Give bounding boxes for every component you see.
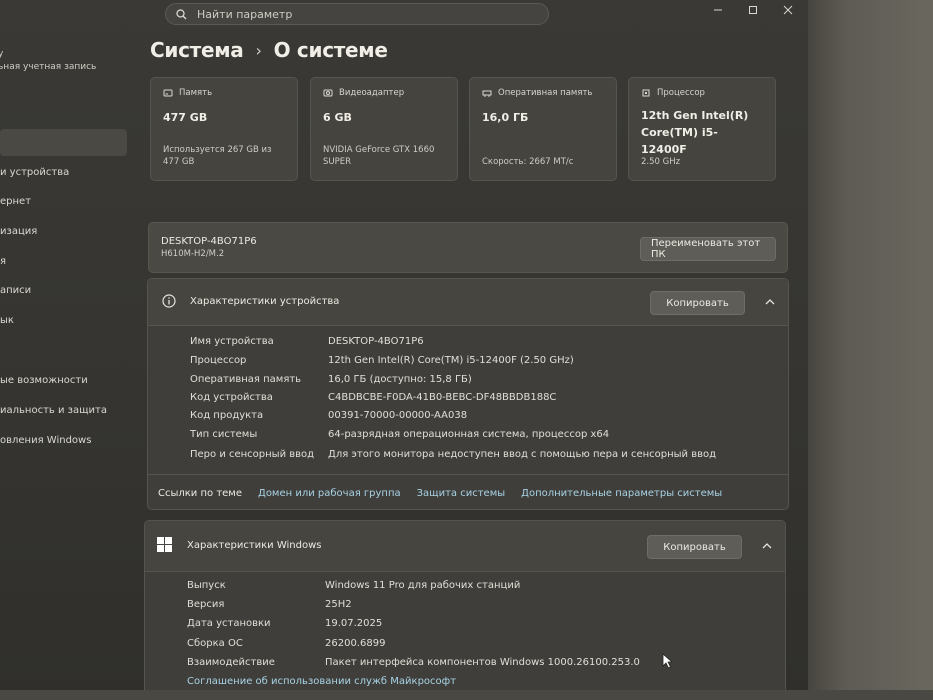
card-value: 16,0 ГБ — [482, 111, 529, 124]
device-name: DESKTOP-4BO71P6 — [161, 236, 257, 247]
card-sub: 2.50 GHz — [641, 157, 681, 167]
cpu-card[interactable]: Процессор 12th Gen Intel(R) Core(TM) i5-… — [628, 77, 776, 181]
sidebar-item-privacy[interactable]: иальность и защита — [0, 405, 107, 416]
close-icon — [783, 5, 793, 15]
card-label: Оперативная память — [498, 88, 593, 98]
spec-key: Имя устройства — [190, 336, 274, 347]
device-name-bar: DESKTOP-4BO71P6 H610M-H2/M.2 Переименова… — [148, 222, 788, 273]
sidebar-item-personalization[interactable]: изация — [0, 226, 37, 237]
spec-key: Выпуск — [187, 580, 226, 591]
spec-value[interactable]: 25H2 — [325, 599, 352, 610]
chevron-right-icon: › — [255, 40, 262, 60]
sidebar-item-system-selected[interactable] — [0, 129, 127, 156]
card-value: 12th Gen Intel(R) Core(TM) i5-12400F — [641, 109, 749, 156]
monitor-bezel — [808, 0, 933, 700]
related-links-label: Ссылки по теме — [158, 488, 242, 499]
section-title: Характеристики устройства — [190, 296, 340, 307]
ram-card[interactable]: Оперативная память 16,0 ГБ Скорость: 266… — [469, 77, 617, 181]
spec-value[interactable]: 16,0 ГБ (доступно: 15,8 ГБ) — [328, 374, 472, 385]
spec-value[interactable]: Пакет интерфейса компонентов Windows 100… — [325, 657, 640, 668]
spec-key: Код устройства — [190, 392, 273, 403]
mouse-cursor-icon — [662, 653, 674, 669]
windows-specs-header[interactable]: Характеристики Windows Копировать — [145, 521, 785, 572]
storage-icon — [163, 89, 173, 97]
ram-icon — [482, 90, 492, 97]
minimize-button[interactable] — [700, 0, 736, 20]
monitor-bezel-bottom — [0, 690, 933, 700]
sidebar-item-accessibility[interactable]: ые возможности — [0, 375, 88, 386]
link-system-protection[interactable]: Защита системы — [417, 488, 506, 499]
spec-key: Версия — [187, 599, 225, 610]
rename-pc-button[interactable]: Переименовать этот ПК — [640, 237, 776, 261]
spec-key: Взаимодействие — [187, 657, 275, 668]
device-specs-section: Характеристики устройства Копировать Имя… — [147, 278, 789, 510]
device-specs-header[interactable]: Характеристики устройства Копировать — [148, 279, 788, 326]
spec-key: Сборка ОС — [187, 638, 243, 649]
info-icon — [162, 294, 176, 308]
card-label: Видеоадаптер — [339, 88, 405, 98]
sidebar-item-accounts[interactable]: аписи — [0, 285, 31, 296]
spec-key: Тип системы — [190, 429, 258, 440]
user-account-type: ьная учетная запись — [0, 62, 97, 72]
maximize-icon — [749, 6, 757, 14]
settings-window: y ьная учетная запись и устройства ернет… — [0, 0, 808, 695]
spec-key: Перо и сенсорный ввод — [190, 449, 315, 460]
page-title: О системе — [273, 38, 388, 62]
spec-key: Процессор — [190, 355, 247, 366]
search-box[interactable] — [165, 3, 549, 25]
copy-windows-specs-button[interactable]: Копировать — [647, 535, 742, 559]
windows-specs-section: Характеристики Windows Копировать Выпуск… — [144, 520, 786, 695]
spec-value[interactable]: 26200.6899 — [325, 638, 385, 649]
related-links: Ссылки по теме Домен или рабочая группа … — [148, 474, 788, 512]
spec-key: Дата установки — [187, 618, 271, 629]
link-domain-workgroup[interactable]: Домен или рабочая группа — [258, 488, 401, 499]
card-sub: Скорость: 2667 МТ/с — [482, 157, 574, 167]
spec-value[interactable]: DESKTOP-4BO71P6 — [328, 336, 424, 347]
spec-value[interactable]: Windows 11 Pro для рабочих станций — [325, 580, 520, 591]
search-input[interactable] — [197, 7, 517, 21]
chevron-up-icon[interactable] — [764, 297, 776, 307]
breadcrumb-system[interactable]: Система — [150, 38, 244, 62]
storage-card[interactable]: Память 477 GB Используется 267 GB из 477… — [150, 77, 298, 181]
card-label: Процессор — [657, 88, 705, 98]
section-title: Характеристики Windows — [187, 540, 322, 551]
spec-value[interactable]: 12th Gen Intel(R) Core(TM) i5-12400F (2.… — [328, 355, 574, 366]
sidebar-item-windows-update[interactable]: овления Windows — [0, 435, 91, 446]
card-sub: NVIDIA GeForce GTX 1660 SUPER — [323, 145, 435, 167]
copy-device-specs-button[interactable]: Копировать — [650, 291, 745, 315]
spec-value[interactable]: 19.07.2025 — [325, 618, 382, 629]
minimize-icon — [714, 9, 722, 11]
gpu-card[interactable]: Видеоадаптер 6 GB NVIDIA GeForce GTX 166… — [310, 77, 458, 181]
cpu-icon — [642, 89, 650, 97]
user-name: y — [0, 49, 4, 59]
breadcrumb: Система › О системе — [150, 38, 388, 62]
card-value: 477 GB — [163, 111, 208, 124]
sidebar-item-bluetooth[interactable]: и устройства — [0, 167, 69, 178]
close-button[interactable] — [770, 0, 806, 20]
spec-value[interactable]: Для этого монитора недоступен ввод с пом… — [328, 449, 716, 460]
search-icon — [176, 8, 187, 19]
chevron-up-icon[interactable] — [761, 541, 773, 551]
sidebar-item-network[interactable]: ернет — [0, 196, 31, 207]
spec-key: Оперативная память — [190, 374, 302, 385]
windows-logo-icon — [157, 537, 172, 552]
gpu-icon — [323, 89, 333, 97]
link-microsoft-services-agreement[interactable]: Соглашение об использовании служб Майкро… — [187, 676, 456, 687]
maximize-button[interactable] — [735, 0, 771, 20]
sidebar: y ьная учетная запись и устройства ернет… — [0, 40, 140, 690]
card-sub: Используется 267 GB из 477 GB — [163, 145, 272, 167]
card-label: Память — [179, 88, 213, 98]
spec-value[interactable]: 00391-70000-00000-AA038 — [328, 410, 467, 421]
sidebar-item-language[interactable]: ык — [0, 315, 14, 326]
spec-key: Код продукта — [190, 410, 264, 421]
spec-value[interactable]: 64-разрядная операционная система, проце… — [328, 429, 609, 440]
card-value: 6 GB — [323, 111, 352, 124]
motherboard-model: H610M-H2/M.2 — [161, 249, 225, 259]
sidebar-item-apps[interactable]: я — [0, 256, 6, 267]
link-advanced-settings[interactable]: Дополнительные параметры системы — [521, 488, 722, 499]
spec-value[interactable]: C4BDBCBE-F0DA-41B0-BEBC-DF48BBDB188C — [328, 392, 556, 403]
